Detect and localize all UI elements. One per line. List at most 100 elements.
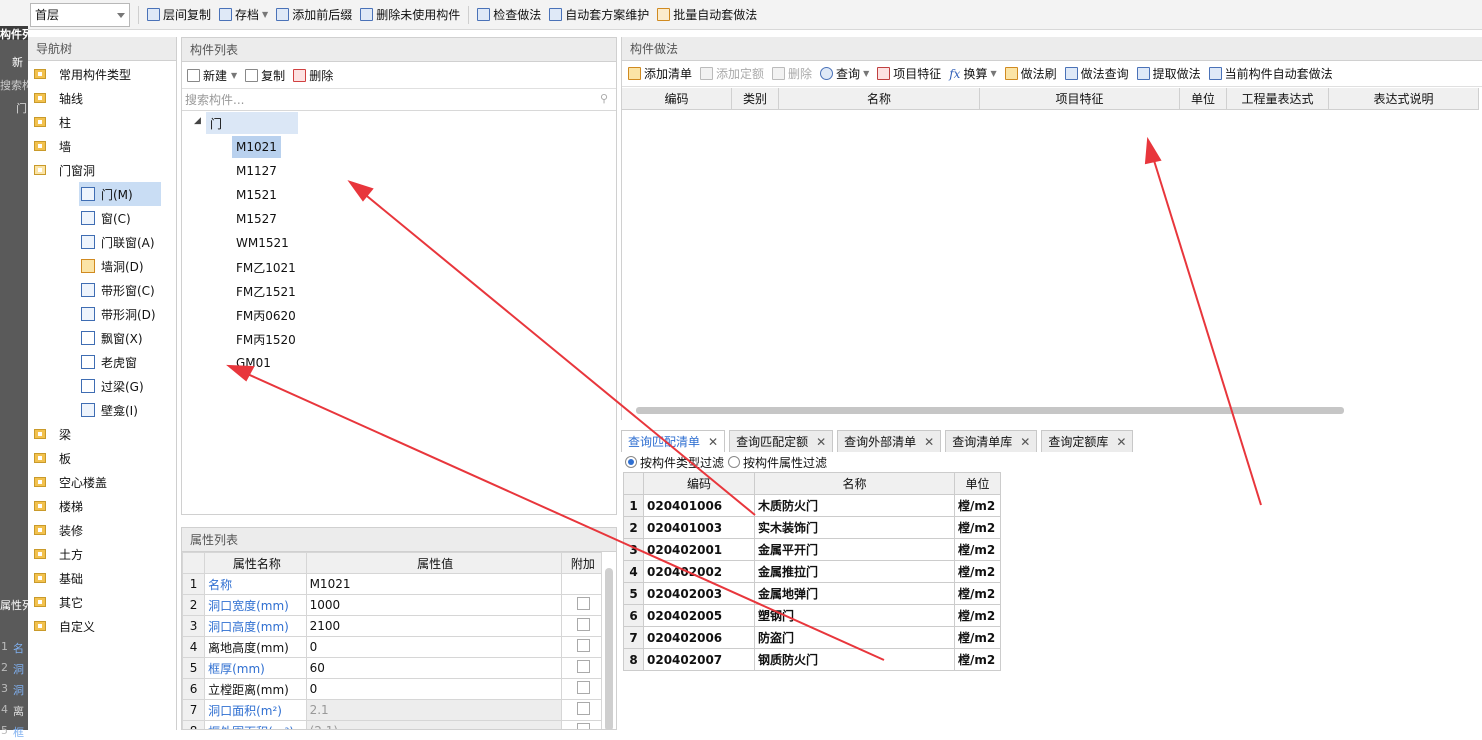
filter-attr-radio[interactable] <box>728 456 741 468</box>
attach-checkbox[interactable] <box>576 639 590 652</box>
table-row[interactable]: 6 020402005 塑钢门 樘/m2 <box>623 604 1001 627</box>
delete-method-button[interactable]: 删除 <box>772 65 812 82</box>
horizontal-scrollbar[interactable] <box>636 407 1344 414</box>
query-button[interactable]: 查询 ▼ <box>820 65 869 82</box>
property-value[interactable]: 1000 <box>305 594 562 616</box>
attach-checkbox[interactable] <box>576 618 590 631</box>
component-item[interactable]: WM1521 <box>232 232 293 254</box>
attach-checkbox[interactable] <box>576 681 590 694</box>
tab-bill-library[interactable]: 查询清单库 ✕ <box>945 430 1038 452</box>
convert-button[interactable]: fx 换算 ▼ <box>949 65 996 82</box>
table-row[interactable]: 7 020402006 防盗门 樘/m2 <box>623 626 1001 649</box>
nav-item-stairs[interactable]: 楼梯 <box>34 494 83 518</box>
component-item[interactable]: GM01 <box>232 352 275 374</box>
method-brush-button[interactable]: 做法刷 <box>1004 65 1057 82</box>
table-row[interactable]: 5 020402003 金属地弹门 樘/m2 <box>623 582 1001 605</box>
extract-method-button[interactable]: 提取做法 <box>1136 65 1201 82</box>
component-item[interactable]: M1521 <box>232 184 281 206</box>
nav-item-slab[interactable]: 板 <box>34 446 71 470</box>
close-icon[interactable]: ✕ <box>816 435 826 449</box>
component-item[interactable]: FM丙0620 <box>232 304 300 326</box>
nav-item-hollow-floor[interactable]: 空心楼盖 <box>34 470 107 494</box>
property-value[interactable]: 60 <box>305 657 562 679</box>
component-item[interactable]: M1127 <box>232 160 281 182</box>
close-icon[interactable]: ✕ <box>708 435 718 449</box>
nav-item-beam[interactable]: 梁 <box>34 422 71 446</box>
add-quota-button[interactable]: 添加定额 <box>700 65 764 82</box>
collapse-triangle-icon[interactable]: ◢ <box>194 116 201 126</box>
property-row[interactable]: 6 立樘距离(mm) 0 <box>182 678 603 700</box>
add-bill-button[interactable]: 添加清单 <box>628 65 692 82</box>
property-value[interactable]: 0 <box>305 678 562 700</box>
component-item[interactable]: M1527 <box>232 208 281 230</box>
property-row[interactable]: 7 洞口面积(m²) 2.1 <box>182 699 603 721</box>
tab-match-bill[interactable]: 查询匹配清单 ✕ <box>621 430 726 452</box>
tab-external-bill[interactable]: 查询外部清单 ✕ <box>837 430 942 452</box>
nav-item-custom[interactable]: 自定义 <box>34 614 95 638</box>
nav-item-decoration[interactable]: 装修 <box>34 518 83 542</box>
filter-type-label[interactable]: 按构件类型过滤 <box>640 454 724 471</box>
nav-item-foundation[interactable]: 基础 <box>34 566 83 590</box>
table-row[interactable]: 8 020402007 钢质防火门 樘/m2 <box>623 648 1001 671</box>
save-button[interactable]: 存档 ▼ <box>219 6 268 23</box>
floor-select[interactable]: 首层 <box>30 2 130 27</box>
nav-sub-door-window[interactable]: 门联窗(A) <box>81 230 155 254</box>
property-value[interactable]: 0 <box>305 636 562 658</box>
tab-quota-library[interactable]: 查询定额库 ✕ <box>1041 430 1134 452</box>
nav-item-openings[interactable]: 门窗洞 <box>34 158 95 182</box>
nav-sub-niche[interactable]: 壁龛(I) <box>81 398 138 422</box>
nav-sub-wall-hole[interactable]: 墙洞(D) <box>81 254 144 278</box>
component-search-input[interactable]: 搜索构件... ⚲ <box>182 89 616 111</box>
check-method-button[interactable]: 检查做法 <box>477 6 541 23</box>
table-row[interactable]: 3 020402001 金属平开门 樘/m2 <box>623 538 1001 561</box>
item-feature-button[interactable]: 项目特征 <box>877 65 941 82</box>
method-query-button[interactable]: 做法查询 <box>1064 65 1129 82</box>
property-value[interactable]: 2100 <box>305 615 562 637</box>
component-item[interactable]: FM乙1521 <box>232 280 300 302</box>
table-row[interactable]: 2 020401003 实木装饰门 樘/m2 <box>623 516 1001 539</box>
property-row[interactable]: 8框外围面积(m²)(2.1) <box>182 720 603 729</box>
property-row[interactable]: 3 洞口高度(mm) 2100 <box>182 615 603 637</box>
filter-attr-label[interactable]: 按构件属性过滤 <box>743 454 827 471</box>
floor-copy-button[interactable]: 层间复制 <box>147 6 211 23</box>
nav-item-common[interactable]: 常用构件类型 <box>34 62 131 86</box>
new-component-button[interactable]: 新建 ▼ <box>187 67 237 84</box>
close-icon[interactable]: ✕ <box>924 435 934 449</box>
nav-item-axis[interactable]: 轴线 <box>34 86 83 110</box>
nav-sub-strip-window[interactable]: 带形窗(C) <box>81 278 155 302</box>
filter-type-radio[interactable] <box>625 456 637 468</box>
property-row[interactable]: 2 洞口宽度(mm) 1000 <box>182 594 603 616</box>
copy-component-button[interactable]: 复制 <box>245 67 285 84</box>
close-icon[interactable]: ✕ <box>1020 435 1030 449</box>
attach-checkbox[interactable] <box>576 660 590 673</box>
component-item[interactable]: M1021 <box>232 136 281 158</box>
delete-unused-button[interactable]: 删除未使用构件 <box>360 6 460 23</box>
attach-checkbox[interactable] <box>576 723 590 729</box>
table-row[interactable]: 1 020401006 木质防火门 樘/m2 <box>623 494 1001 517</box>
close-icon[interactable]: ✕ <box>1116 435 1126 449</box>
nav-item-other[interactable]: 其它 <box>34 590 83 614</box>
nav-sub-bay-window[interactable]: 飘窗(X) <box>81 326 143 350</box>
nav-sub-door[interactable]: 门(M) <box>79 182 161 206</box>
component-group-door[interactable]: 门 <box>206 112 298 134</box>
nav-item-column[interactable]: 柱 <box>34 110 71 134</box>
batch-auto-button[interactable]: 批量自动套做法 <box>657 6 757 23</box>
nav-item-earthwork[interactable]: 土方 <box>34 542 83 566</box>
auto-plan-button[interactable]: 自动套方案维护 <box>549 6 649 23</box>
search-icon[interactable]: ⚲ <box>600 92 608 105</box>
attach-checkbox[interactable] <box>576 597 590 610</box>
strip-new[interactable]: 新 <box>12 54 23 70</box>
auto-apply-button[interactable]: 当前构件自动套做法 <box>1208 65 1333 82</box>
nav-sub-window[interactable]: 窗(C) <box>81 206 131 230</box>
nav-sub-dormer[interactable]: 老虎窗 <box>81 350 137 374</box>
strip-door[interactable]: 门 <box>16 100 27 116</box>
table-row[interactable]: 4 020402002 金属推拉门 樘/m2 <box>623 560 1001 583</box>
delete-component-button[interactable]: 删除 <box>293 67 333 84</box>
vertical-scrollbar[interactable] <box>605 568 613 729</box>
component-item[interactable]: FM丙1520 <box>232 328 300 350</box>
add-affix-button[interactable]: 添加前后缀 <box>276 6 352 23</box>
nav-sub-lintel[interactable]: 过梁(G) <box>81 374 144 398</box>
nav-item-wall[interactable]: 墙 <box>34 134 71 158</box>
property-row[interactable]: 1 名称 M1021 <box>182 573 603 595</box>
tab-match-quota[interactable]: 查询匹配定额 ✕ <box>729 430 834 452</box>
